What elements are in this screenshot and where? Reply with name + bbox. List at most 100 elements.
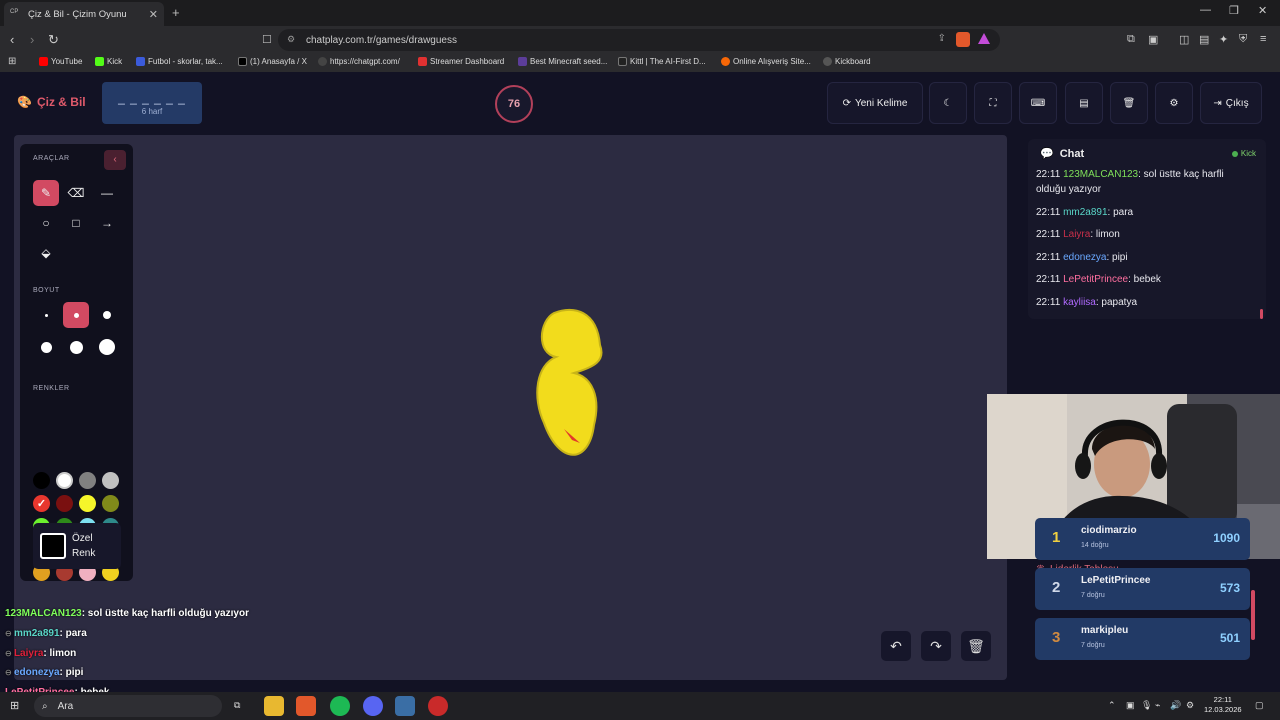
exit-button[interactable]: ⇥ Çıkış: [1200, 82, 1262, 124]
color-swatch[interactable]: [56, 472, 73, 489]
color-swatch[interactable]: [79, 495, 96, 512]
bookmark-x[interactable]: (1) Anasayfa / X: [238, 57, 307, 66]
fullscreen-button[interactable]: ⛶: [974, 82, 1012, 124]
bookmark-kickboard[interactable]: Kickboard: [823, 57, 871, 66]
rectangle-tool[interactable]: □: [63, 210, 89, 236]
bookmark-futbol[interactable]: Futbol - skorlar, tak...: [136, 57, 223, 66]
sidebar-icon[interactable]: ◫: [1179, 33, 1189, 46]
bookmark-youtube[interactable]: YouTube: [39, 57, 82, 66]
drawing-canvas[interactable]: ↶ ↷ 🗑: [14, 135, 1007, 680]
forward-icon[interactable]: ›: [30, 32, 34, 47]
new-word-button[interactable]: ⟳ Yeni Kelime: [827, 82, 923, 124]
bookmark-minecraft[interactable]: Best Minecraft seed...: [518, 57, 607, 66]
circle-tool[interactable]: ○: [33, 210, 59, 236]
url-field[interactable]: ☐ ⚙ chatplay.com.tr/games/drawguess ⇪: [262, 29, 1000, 51]
bookmark-chatgpt[interactable]: https://chatgpt.com/: [318, 57, 400, 66]
keyboard-button[interactable]: ⌨: [1019, 82, 1057, 124]
brush-tool[interactable]: ✎: [33, 180, 59, 206]
notification-icon[interactable]: ▢: [1255, 700, 1264, 711]
tray-misc-icon[interactable]: ⚙: [1186, 700, 1194, 711]
keyboard-icon: ⌨: [1030, 97, 1046, 109]
close-tab-icon[interactable]: ✕: [149, 8, 158, 21]
archive-button[interactable]: ▤: [1065, 82, 1103, 124]
apps-grid-icon[interactable]: ⊞: [8, 56, 16, 67]
file-explorer-icon[interactable]: [264, 696, 284, 716]
spotify-icon[interactable]: [330, 696, 350, 716]
clear-button[interactable]: 🗑: [1110, 82, 1148, 124]
chat-bubble-icon: 💬: [1040, 148, 1054, 160]
extensions-icon[interactable]: ⧉: [1127, 33, 1135, 46]
back-icon[interactable]: ‹: [10, 32, 14, 47]
fill-tool[interactable]: ⬙: [33, 240, 59, 266]
vpn-icon[interactable]: ⛨: [1239, 33, 1247, 46]
menu-icon[interactable]: ≡: [1260, 33, 1266, 45]
settings-button[interactable]: ⚙: [1155, 82, 1193, 124]
reload-icon[interactable]: ↻: [48, 32, 59, 48]
leaderboard-scrollbar[interactable]: [1251, 590, 1255, 640]
bookmark-kick[interactable]: Kick: [95, 57, 122, 66]
minimize-icon[interactable]: —: [1200, 4, 1211, 16]
site-info-icon[interactable]: ⚙: [287, 34, 295, 45]
color-swatch-selected[interactable]: ✓: [33, 495, 50, 512]
browser-tabbar: CP Çiz & Bil - Çizim Oyunu ✕ + — ❐ ✕: [0, 0, 1280, 26]
size-xxl[interactable]: [94, 334, 120, 360]
undo-icon: ↶: [890, 637, 902, 654]
bookmark-icon[interactable]: ☐: [262, 33, 272, 46]
browser-tab[interactable]: CP Çiz & Bil - Çizim Oyunu ✕: [4, 2, 164, 26]
size-xl[interactable]: [63, 334, 89, 360]
arrow-tool[interactable]: →: [94, 210, 120, 236]
size-lg[interactable]: [33, 334, 59, 360]
bookmark-kittl[interactable]: Kittl | The AI-First D...: [618, 57, 706, 66]
volume-icon[interactable]: 🔊: [1170, 700, 1181, 711]
square-icon: □: [72, 216, 80, 230]
discord-icon[interactable]: [363, 696, 383, 716]
color-swatch[interactable]: [56, 495, 73, 512]
close-window-icon[interactable]: ✕: [1258, 4, 1267, 17]
undo-button[interactable]: ↶: [881, 631, 911, 661]
line-tool[interactable]: —: [94, 180, 120, 206]
color-swatch[interactable]: [102, 472, 119, 489]
word-length: 6 harf: [141, 107, 163, 116]
custom-color-label: Özel Renk: [72, 533, 96, 559]
color-swatch[interactable]: [102, 495, 119, 512]
app-icon[interactable]: [395, 696, 415, 716]
network-icon[interactable]: ⌁: [1155, 700, 1160, 711]
chat-message: 22:11 123MALCAN123: sol üstte kaç harfli…: [1036, 169, 1224, 195]
new-tab-icon[interactable]: +: [172, 5, 180, 20]
size-xs[interactable]: [33, 302, 59, 328]
color-swatch[interactable]: [33, 472, 50, 489]
overlay-chat-row: 123MALCAN123: sol üstte kaç harfli olduğ…: [5, 608, 249, 619]
size-label: BOYUT: [33, 287, 60, 294]
color-swatch[interactable]: [79, 472, 96, 489]
leaderboard-row: 2 LePetitPrincee 7 doğru 573: [1035, 568, 1250, 610]
clear-canvas-button[interactable]: 🗑: [961, 631, 991, 661]
bookmark-online-alisveris[interactable]: Online Alışveriş Site...: [721, 57, 811, 66]
clock[interactable]: 22:11 12.03.2026: [1204, 695, 1242, 715]
fullscreen-icon: ⛶: [989, 97, 997, 109]
collapse-tools-button[interactable]: ‹: [104, 150, 126, 170]
size-sm[interactable]: [63, 302, 89, 328]
obs-icon[interactable]: [428, 696, 448, 716]
task-view-icon[interactable]: ⧉: [234, 700, 240, 711]
brave-browser-icon[interactable]: [296, 696, 316, 716]
microphone-icon[interactable]: 🎙: [1141, 700, 1152, 711]
brave-rewards-icon[interactable]: [978, 33, 990, 44]
custom-color-button[interactable]: Özel Renk: [33, 523, 121, 569]
eraser-tool[interactable]: ⌫: [63, 180, 89, 206]
tray-chevron-icon[interactable]: ⌃: [1108, 700, 1116, 711]
chat-messages: 22:11 123MALCAN123: sol üstte kaç harfli…: [1036, 167, 1254, 318]
theme-toggle-button[interactable]: ☾: [929, 82, 967, 124]
brave-shields-icon[interactable]: [956, 32, 970, 47]
leo-ai-icon[interactable]: ✦: [1219, 33, 1228, 46]
windows-start-icon[interactable]: ⊞: [10, 699, 19, 712]
chat-scrollbar[interactable]: [1260, 309, 1263, 319]
bookmark-streamer-dashboard[interactable]: Streamer Dashboard: [418, 57, 504, 66]
size-md[interactable]: [94, 302, 120, 328]
restore-icon[interactable]: ❐: [1229, 4, 1239, 17]
taskbar-search[interactable]: ⌕ Ara: [34, 695, 222, 717]
tray-app-icon[interactable]: ▣: [1126, 700, 1135, 711]
reader-icon[interactable]: ▤: [1199, 33, 1209, 46]
wallet-icon[interactable]: ▣: [1148, 33, 1158, 46]
redo-button[interactable]: ↷: [921, 631, 951, 661]
share-icon[interactable]: ⇪: [938, 33, 946, 44]
